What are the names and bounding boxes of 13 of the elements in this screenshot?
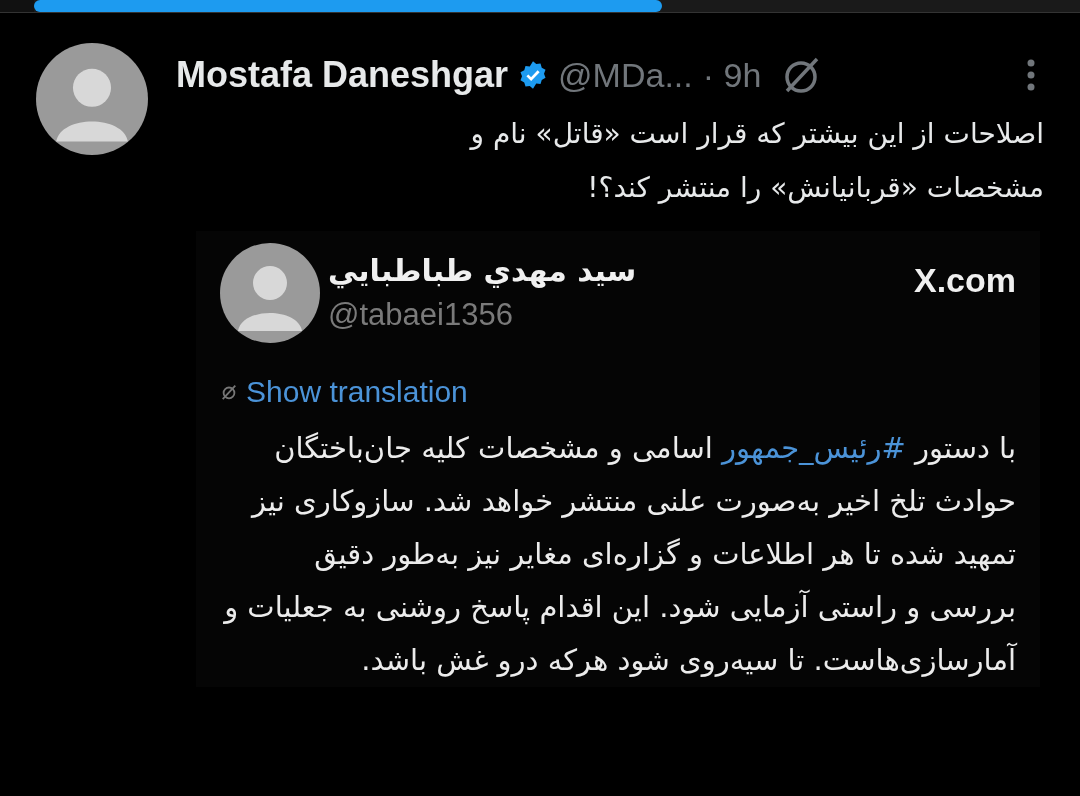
post-time[interactable]: · 9h (702, 49, 762, 101)
quoted-handle: @tabaei1356 (328, 296, 514, 334)
post-text: اصلاحات از این بیشتر که قرار است «قاتل» نام و مشخصات «قربانیانش» را منتشر کند؟! (468, 116, 1045, 206)
more-options-icon[interactable] (1026, 58, 1036, 92)
quoted-image[interactable] (196, 231, 1040, 687)
hashtag-link[interactable]: #رئیس_جمهور (722, 431, 906, 465)
quoted-name: سید مهدي طباطبايي (328, 252, 637, 291)
site-label: X.com (913, 260, 1016, 301)
translate-icon (220, 382, 238, 401)
quoted-text: با دستور #رئیس_جمهور اسامی و مشخصات کلیه جان‌باختگان حوادث تلخ اخیر به‌صورت علنی منتشر خواهد شد. سازوکاری نیز تمهید شده تا هر اطلاعات و گزاره‌ای مغایر نیز به‌طور دقیق بررسی و راستی آزمایی شود. این اقدام پاسخ روشنی به جعلیات و آمارسازی‌هاست. تا سیه‌روی شود هرکه درو غش باشد. (222, 430, 1016, 679)
author-handle[interactable]: @MDa... (558, 49, 693, 101)
show-translation-link[interactable]: Show translation (246, 369, 468, 414)
author-name[interactable]: Mostafa Daneshgar (176, 48, 509, 102)
